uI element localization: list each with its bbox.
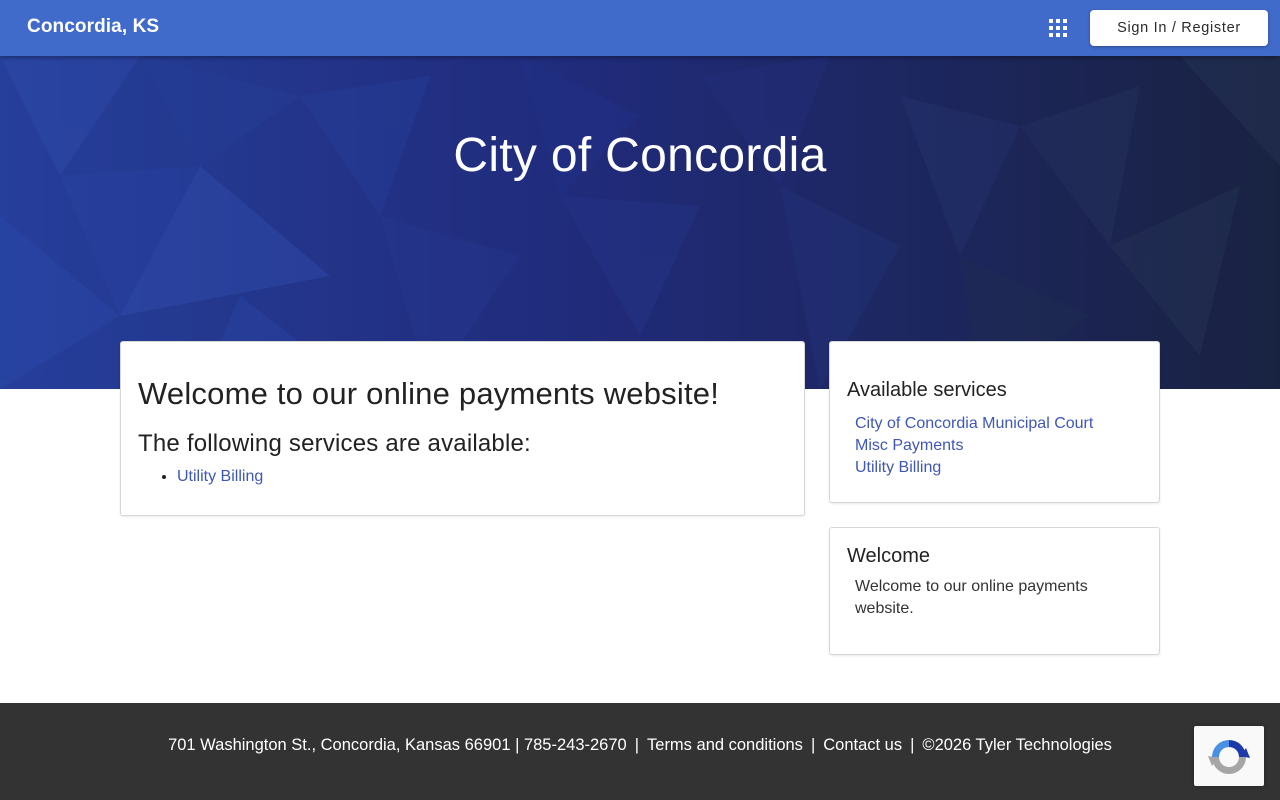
footer-separator: |: [634, 736, 640, 754]
utility-billing-link[interactable]: Utility Billing: [177, 468, 263, 485]
misc-payments-link[interactable]: Misc Payments: [855, 437, 963, 454]
welcome-card: Welcome Welcome to our online payments w…: [829, 527, 1160, 655]
welcome-card-title: Welcome: [847, 545, 930, 567]
welcome-card-text: Welcome to our online payments website.: [855, 578, 1088, 617]
recaptcha-icon: [1208, 740, 1250, 774]
hero-polygon-background: [0, 56, 1280, 389]
footer-separator: |: [810, 736, 816, 754]
contact-link[interactable]: Contact us: [823, 736, 902, 754]
footer-copyright: ©2026 Tyler Technologies: [922, 736, 1112, 754]
page-footer: 701 Washington St., Concordia, Kansas 66…: [0, 703, 1280, 800]
services-available-heading: The following services are available:: [138, 430, 531, 457]
main-services-list: Utility Billing: [177, 468, 263, 486]
hero-banner: City of Concordia: [0, 56, 1280, 389]
main-welcome-heading: Welcome to our online payments website!: [138, 376, 720, 411]
site-brand-link[interactable]: Concordia, KS: [27, 16, 159, 38]
terms-link[interactable]: Terms and conditions: [647, 736, 803, 754]
footer-address: 701 Washington St., Concordia, Kansas 66…: [168, 736, 627, 754]
list-item: Utility Billing: [855, 457, 1093, 479]
apps-grid-icon[interactable]: [1046, 16, 1070, 40]
list-item: Misc Payments: [855, 435, 1093, 457]
available-services-card: Available services City of Concordia Mun…: [829, 341, 1160, 503]
list-item: Utility Billing: [177, 468, 263, 486]
municipal-court-link[interactable]: City of Concordia Municipal Court: [855, 415, 1093, 432]
welcome-main-card: Welcome to our online payments website! …: [120, 341, 805, 516]
available-services-title: Available services: [847, 379, 1007, 401]
available-services-list: City of Concordia Municipal Court Misc P…: [855, 413, 1093, 479]
list-item: City of Concordia Municipal Court: [855, 413, 1093, 435]
sign-in-register-button[interactable]: Sign In / Register: [1090, 10, 1268, 46]
recaptcha-badge[interactable]: [1194, 726, 1264, 786]
top-navigation-bar: Concordia, KS Sign In / Register: [0, 0, 1280, 56]
footer-line: 701 Washington St., Concordia, Kansas 66…: [0, 736, 1280, 755]
utility-billing-service-link[interactable]: Utility Billing: [855, 459, 941, 476]
hero-title: City of Concordia: [453, 129, 827, 182]
footer-separator: |: [910, 736, 915, 754]
